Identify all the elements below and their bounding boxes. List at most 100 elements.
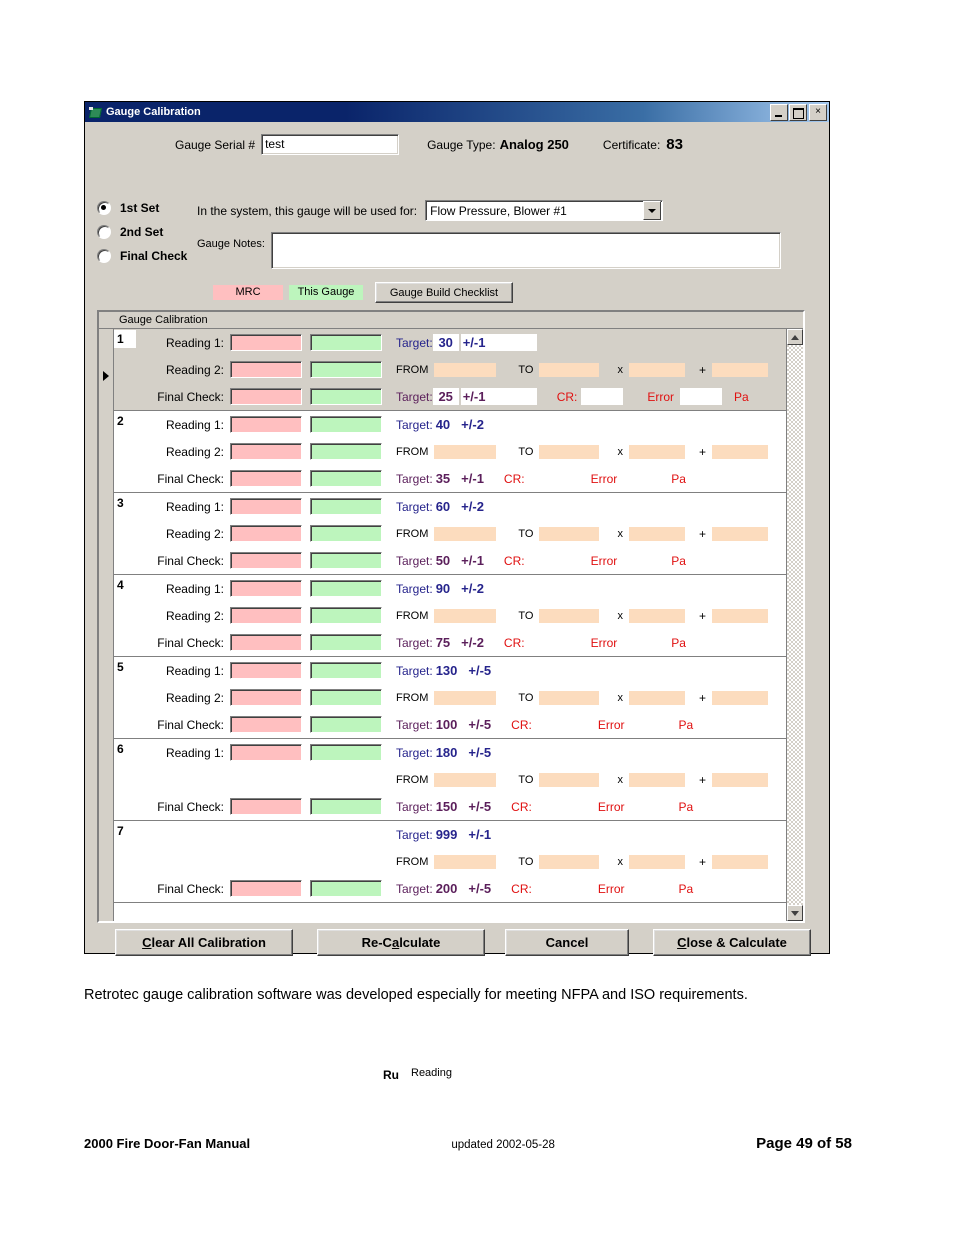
final-check-mrc-input[interactable] [230, 716, 302, 733]
reading1-mrc-input[interactable] [230, 662, 302, 679]
offset-value-field[interactable] [711, 526, 768, 541]
reading2-gauge-input[interactable] [310, 689, 382, 706]
to-value-field[interactable] [539, 608, 600, 623]
from-value-field[interactable] [434, 608, 497, 623]
offset-value-field[interactable] [711, 444, 768, 459]
reading1-mrc-input[interactable] [230, 416, 302, 433]
reading1-target-value[interactable]: 30 [432, 334, 459, 351]
scrollbar-track[interactable] [787, 345, 803, 905]
slope-value-field[interactable] [628, 444, 685, 459]
final-check-mrc-input[interactable] [230, 552, 302, 569]
final-check-mrc-input[interactable] [230, 388, 302, 405]
table-row[interactable]: 3 Reading 1: Target: 60 +/-2 Reading 2: FROM TO… [114, 493, 786, 575]
final-check-gauge-input[interactable] [310, 798, 382, 815]
reading1-gauge-input[interactable] [310, 744, 382, 761]
scroll-up-icon[interactable] [787, 329, 803, 345]
gauge-notes-input[interactable] [270, 232, 781, 269]
slope-value-field[interactable] [628, 854, 685, 869]
reading2-label: Reading 2: [165, 690, 224, 705]
close-icon[interactable]: × [809, 103, 827, 121]
cr-label: CR: [511, 717, 532, 732]
scroll-down-icon[interactable] [787, 905, 803, 921]
offset-value-field[interactable] [711, 362, 768, 377]
to-value-field[interactable] [539, 444, 600, 459]
clear-all-calibration-button[interactable]: Clear All Calibration [115, 929, 293, 956]
to-value-field[interactable] [539, 362, 600, 377]
table-row[interactable]: 4 Reading 1: Target: 90 +/-2 Reading 2: FROM TO… [114, 575, 786, 657]
to-value-field[interactable] [539, 690, 600, 705]
reading2-mrc-input[interactable] [230, 443, 302, 460]
from-value-field[interactable] [434, 444, 497, 459]
reading1-mrc-input[interactable] [230, 580, 302, 597]
final-check-gauge-input[interactable] [310, 634, 382, 651]
final-check-tolerance-input[interactable]: +/-1 [460, 388, 537, 405]
final-check-gauge-input[interactable] [310, 470, 382, 487]
slope-value-field[interactable] [628, 608, 685, 623]
reading1-gauge-input[interactable] [310, 498, 382, 515]
reading2-mrc-input[interactable] [230, 525, 302, 542]
final-check-gauge-input[interactable] [310, 880, 382, 897]
final-check-target-value[interactable]: 25 [432, 388, 459, 405]
from-value-field[interactable] [434, 362, 497, 377]
offset-value-field[interactable] [711, 608, 768, 623]
reading1-tolerance-input[interactable]: +/-1 [460, 334, 537, 351]
error-label: Error [597, 717, 625, 732]
slope-value-field[interactable] [628, 772, 685, 787]
title-bar[interactable]: Gauge Calibration × [85, 102, 829, 122]
reading2-gauge-input[interactable] [310, 361, 382, 378]
reading1-mrc-input[interactable] [230, 334, 302, 351]
slope-value-field[interactable] [628, 526, 685, 541]
gauge-build-checklist-button[interactable]: Gauge Build Checklist [375, 282, 513, 303]
table-row[interactable]: 7 Target: 999 +/-1 FROM TO x + Final Check: Targe… [114, 821, 786, 903]
chevron-down-icon[interactable] [643, 201, 662, 220]
reading2-mrc-input[interactable] [230, 607, 302, 624]
final-check-mrc-input[interactable] [230, 880, 302, 897]
final-check-gauge-input[interactable] [310, 552, 382, 569]
cr-value-input[interactable] [581, 388, 624, 405]
to-value-field[interactable] [539, 526, 600, 541]
reading1-gauge-input[interactable] [310, 416, 382, 433]
offset-value-field[interactable] [711, 690, 768, 705]
to-value-field[interactable] [539, 772, 600, 787]
reading2-gauge-input[interactable] [310, 443, 382, 460]
to-value-field[interactable] [539, 854, 600, 869]
offset-value-field[interactable] [711, 772, 768, 787]
final-check-mrc-input[interactable] [230, 798, 302, 815]
slope-value-field[interactable] [628, 362, 685, 377]
final-check-gauge-input[interactable] [310, 388, 382, 405]
maximize-icon[interactable] [789, 103, 807, 121]
table-row[interactable]: 5 Reading 1: Target: 130 +/-5 Reading 2: FROM T… [114, 657, 786, 739]
slope-value-field[interactable] [628, 690, 685, 705]
reading2-gauge-input[interactable] [310, 525, 382, 542]
from-value-field[interactable] [434, 854, 497, 869]
reading1-target-group: Target: 180 +/-5 [396, 745, 491, 760]
from-value-field[interactable] [434, 772, 497, 787]
cancel-button[interactable]: Cancel [505, 929, 629, 956]
reading1-gauge-input[interactable] [310, 334, 382, 351]
used-for-select[interactable]: Flow Pressure, Blower #1 [425, 200, 664, 221]
reading1-mrc-input[interactable] [230, 498, 302, 515]
gauge-calibration-dialog: Gauge Calibration × Gauge Serial # test … [84, 101, 830, 1082]
table-row[interactable]: 2 Reading 1: Target: 40 +/-2 Reading 2: FROM TO… [114, 411, 786, 493]
table-row[interactable]: 1 Reading 1: Target: 30 +/-1 Reading 2: FROM TO… [114, 329, 786, 411]
final-check-mrc-input[interactable] [230, 634, 302, 651]
final-check-gauge-input[interactable] [310, 716, 382, 733]
reading1-gauge-input[interactable] [310, 662, 382, 679]
reading2-gauge-input[interactable] [310, 607, 382, 624]
grid-scrollbar[interactable] [786, 329, 803, 921]
from-value-field[interactable] [434, 690, 497, 705]
from-value-field[interactable] [434, 526, 497, 541]
reading2-mrc-input[interactable] [230, 361, 302, 378]
row-reading1-line: 6 Reading 1: Target: 180 +/-5 [114, 739, 786, 766]
gauge-serial-input[interactable]: test [261, 134, 400, 155]
error-value-input[interactable] [680, 388, 723, 405]
reading2-mrc-input[interactable] [230, 689, 302, 706]
table-row[interactable]: 6 Reading 1: Target: 180 +/-5 FROM TO x + Final C… [114, 739, 786, 821]
minimize-icon[interactable] [770, 103, 788, 121]
recalculate-button[interactable]: Re-Calculate [317, 929, 485, 956]
offset-value-field[interactable] [711, 854, 768, 869]
reading1-gauge-input[interactable] [310, 580, 382, 597]
close-and-calculate-button[interactable]: Close & Calculate [653, 929, 811, 956]
final-check-mrc-input[interactable] [230, 470, 302, 487]
reading1-mrc-input[interactable] [230, 744, 302, 761]
